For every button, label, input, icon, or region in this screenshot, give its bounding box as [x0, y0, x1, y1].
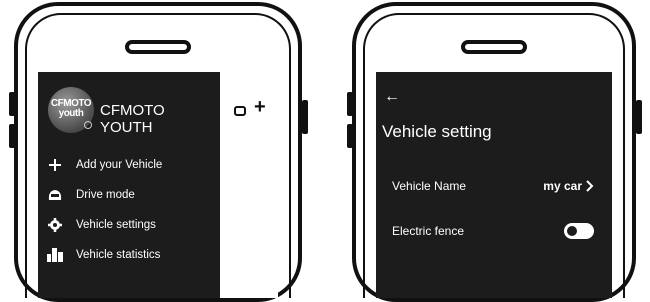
- left-phone-frame: CFMOTO youth CFMOTO YOUTH Add your Vehic…: [14, 2, 302, 302]
- vehicle-chip-icon[interactable]: [234, 106, 246, 116]
- brand-name: CFMOTO YOUTH: [100, 102, 165, 136]
- vehicle-name-row[interactable]: Vehicle Name my car: [392, 175, 594, 197]
- avatar-badge-icon: [84, 121, 92, 129]
- menu-item-label: Vehicle statistics: [76, 249, 161, 261]
- right-phone-screen: ← Vehicle setting Vehicle Name my car El…: [376, 72, 612, 298]
- avatar-text-2: youth: [58, 108, 84, 119]
- right-phone-speaker: [461, 40, 527, 54]
- left-phone-screen: CFMOTO youth CFMOTO YOUTH Add your Vehic…: [38, 72, 278, 298]
- menu-item-label: Add your Vehicle: [76, 159, 163, 171]
- vehicle-name-label: Vehicle Name: [392, 179, 467, 193]
- page-title: Vehicle setting: [382, 122, 492, 141]
- plus-icon: [46, 157, 64, 173]
- menu-item-vehicle-settings[interactable]: Vehicle settings: [46, 215, 156, 235]
- helmet-icon: [46, 187, 64, 203]
- right-phone-volume-button: [347, 124, 353, 148]
- menu-item-vehicle-statistics[interactable]: Vehicle statistics: [46, 245, 160, 265]
- toggle-knob: [567, 226, 577, 236]
- electric-fence-row: Electric fence: [392, 220, 594, 242]
- avatar[interactable]: CFMOTO youth: [48, 87, 94, 133]
- gear-icon: [46, 217, 64, 233]
- left-phone-speaker: [125, 40, 191, 54]
- menu-item-label: Drive mode: [76, 189, 135, 201]
- drawer-overlay-area[interactable]: +: [220, 72, 278, 298]
- electric-fence-toggle[interactable]: [564, 223, 594, 239]
- vehicle-name-value: my car: [543, 179, 582, 193]
- right-phone-frame: ← Vehicle setting Vehicle Name my car El…: [352, 2, 636, 302]
- back-arrow-icon[interactable]: ←: [384, 88, 400, 106]
- menu-item-label: Vehicle settings: [76, 219, 156, 231]
- menu-item-drive-mode[interactable]: Drive mode: [46, 185, 135, 205]
- bar-chart-icon: [46, 247, 64, 263]
- right-phone-power-button: [636, 100, 642, 134]
- electric-fence-label: Electric fence: [392, 224, 465, 238]
- vehicle-name-value-wrap: my car: [543, 179, 594, 193]
- side-drawer: CFMOTO youth CFMOTO YOUTH Add your Vehic…: [38, 72, 220, 298]
- left-phone-volume-button: [9, 124, 15, 148]
- menu-item-add-vehicle[interactable]: Add your Vehicle: [46, 155, 162, 175]
- right-phone-volume-button: [347, 92, 353, 116]
- add-icon[interactable]: +: [254, 96, 266, 119]
- left-phone-power-button: [302, 100, 308, 134]
- left-phone-volume-button: [9, 92, 15, 116]
- chevron-right-icon: [586, 180, 594, 192]
